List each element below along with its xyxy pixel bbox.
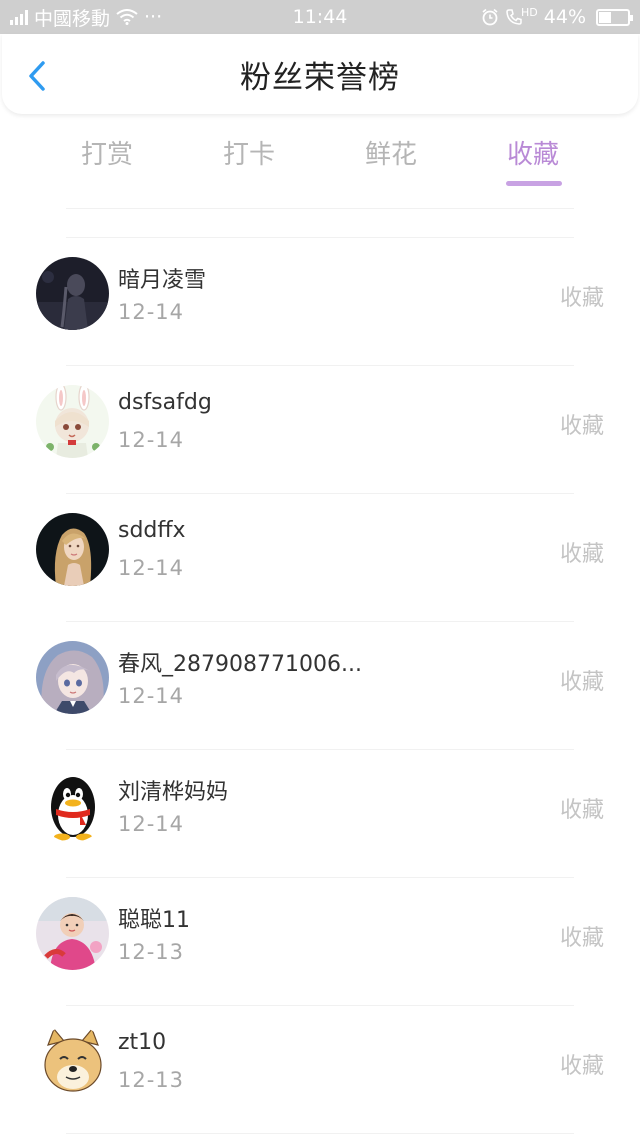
user-name: dsfsafdg <box>118 390 212 415</box>
action-label: 收藏 <box>559 286 604 311</box>
tab-bar: 打赏 打卡 鲜花 收藏 <box>0 124 640 194</box>
item-date: 12-14 <box>118 300 185 324</box>
signal-icon <box>10 9 28 25</box>
user-name: 聪聪11 <box>118 908 190 933</box>
list-item[interactable]: 聪聪11 12-13 收藏 <box>0 878 640 1006</box>
list-item[interactable]: 刘清桦妈妈 12-14 收藏 <box>0 750 640 878</box>
hd-label: HD <box>521 5 538 19</box>
page-title: 粉丝荣誉榜 <box>240 59 400 96</box>
alarm-icon <box>482 8 498 26</box>
item-date: 12-14 <box>118 812 185 836</box>
list-item[interactable]: sddffx 12-14 收藏 <box>0 494 640 622</box>
user-name: 暗月凌雪 <box>118 268 207 293</box>
action-label: 收藏 <box>559 1054 604 1079</box>
user-name: 刘清桦妈妈 <box>118 780 229 805</box>
list-item[interactable]: zt10 12-13 收藏 <box>0 1006 640 1134</box>
tab-reward[interactable]: 打赏 <box>36 134 178 171</box>
back-button[interactable] <box>22 58 52 94</box>
status-left: 中國移動 ··· <box>10 4 162 31</box>
nav-header: 粉丝荣誉榜 <box>2 34 638 114</box>
action-label: 收藏 <box>559 926 604 951</box>
action-label: 收藏 <box>559 670 604 695</box>
item-date: 12-14 <box>118 428 185 452</box>
child-photo-avatar <box>36 897 109 970</box>
user-name: 春风_287908771006... <box>118 652 362 677</box>
action-label: 收藏 <box>559 798 604 823</box>
item-date: 12-14 <box>118 684 185 708</box>
status-bar: 中國移動 ··· 11:44 HD 44% <box>0 0 640 34</box>
action-label: 收藏 <box>559 542 604 567</box>
item-date: 12-13 <box>118 1068 185 1092</box>
item-date: 12-13 <box>118 940 185 964</box>
tab-favorites[interactable]: 收藏 <box>462 134 604 171</box>
more-dots: ··· <box>144 6 163 28</box>
carrier-label: 中國移動 <box>34 7 111 30</box>
list-item[interactable]: 暗月凌雪 12-14 收藏 <box>0 238 640 366</box>
wifi-icon <box>116 9 138 25</box>
status-right: HD 44% <box>481 5 633 28</box>
bunny-girl-avatar <box>36 385 109 458</box>
chevron-left-icon <box>29 61 45 91</box>
user-name: sddffx <box>118 518 186 543</box>
fan-list: 暗月凌雪 12-14 收藏 dsfsafdg 12-14 收藏 sddffx 1… <box>0 238 640 1134</box>
item-date: 12-14 <box>118 556 185 580</box>
tab-checkin[interactable]: 打卡 <box>178 134 320 171</box>
list-item[interactable]: 春风_287908771006... 12-14 收藏 <box>0 622 640 750</box>
row-divider <box>66 1133 574 1134</box>
tab-flowers[interactable]: 鲜花 <box>320 134 462 171</box>
doge-avatar <box>36 1025 109 1098</box>
battery-percent: 44% <box>543 6 586 28</box>
penguin-avatar <box>36 769 109 842</box>
blonde-girl-avatar <box>36 513 109 586</box>
list-item[interactable]: dsfsafdg 12-14 收藏 <box>0 366 640 494</box>
active-tab-indicator <box>506 181 562 186</box>
anime-girl-avatar <box>36 641 109 714</box>
action-label: 收藏 <box>559 414 604 439</box>
dark-figure-avatar <box>36 257 109 330</box>
battery-icon <box>596 8 633 26</box>
user-name: zt10 <box>118 1030 167 1055</box>
divider <box>66 208 574 209</box>
